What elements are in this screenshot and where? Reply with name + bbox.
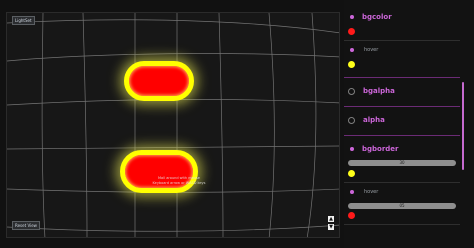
- hover2-label: hover: [364, 189, 379, 195]
- viewport-top-label[interactable]: LightSet: [12, 16, 35, 25]
- nav-buttons: ▲ ▼: [328, 216, 334, 230]
- divider: [344, 135, 460, 136]
- bgcolor-swatch-row: [344, 28, 460, 35]
- alpha-row[interactable]: alpha: [344, 116, 460, 124]
- hover2-row: hover: [344, 189, 460, 195]
- divider: [344, 106, 460, 107]
- hover2-indicator: [350, 190, 354, 194]
- divider: [344, 40, 460, 41]
- pill-shape-bottom[interactable]: [120, 150, 198, 193]
- bgborder-swatch-row: [344, 170, 460, 177]
- panel-scrollbar[interactable]: [462, 82, 464, 170]
- hover2-swatch-row: [344, 212, 460, 219]
- bgborder-slider[interactable]: 30: [348, 160, 456, 166]
- divider: [344, 182, 460, 183]
- bgcolor-row: bgcolor: [344, 13, 460, 21]
- hover1-swatch-row: [344, 61, 460, 68]
- hover1-row: hover: [344, 47, 460, 53]
- bgborder-label: bgborder: [362, 145, 399, 153]
- divider: [344, 77, 460, 78]
- scene-viewport[interactable]: LightSet Mall around with mouse Keyboard…: [6, 12, 340, 238]
- perspective-grid: [7, 13, 339, 237]
- bgborder-indicator: [350, 147, 354, 151]
- divider: [344, 224, 460, 225]
- hover1-label: hover: [364, 47, 379, 53]
- nav-up-button[interactable]: ▲: [328, 216, 334, 222]
- bgcolor-indicator: [350, 15, 354, 19]
- bgalpha-row[interactable]: bgalpha: [344, 87, 460, 95]
- nav-down-button[interactable]: ▼: [328, 224, 334, 230]
- reset-view-button[interactable]: Reset View: [12, 221, 40, 230]
- hover2-swatch[interactable]: [348, 212, 355, 219]
- bgalpha-toggle[interactable]: [348, 87, 355, 95]
- pill-shape-top[interactable]: [124, 61, 194, 101]
- hover1-indicator: [350, 48, 354, 52]
- hint-line-2: Keyboard arrow or WASD keys: [152, 180, 206, 185]
- bgborder-row: bgborder: [344, 145, 460, 153]
- alpha-label: alpha: [363, 116, 385, 124]
- bgcolor-swatch[interactable]: [348, 28, 355, 35]
- properties-panel: bgcolor hover bgalpha alpha bgborder 30 …: [344, 0, 474, 248]
- bgcolor-label: bgcolor: [362, 13, 392, 21]
- bgborder-swatch[interactable]: [348, 170, 355, 177]
- alpha-toggle[interactable]: [348, 116, 355, 124]
- hover2-slider[interactable]: 05: [348, 203, 456, 209]
- bgalpha-label: bgalpha: [363, 87, 395, 95]
- hover1-swatch[interactable]: [348, 61, 355, 68]
- controls-hint: Mall around with mouse Keyboard arrow or…: [144, 176, 214, 185]
